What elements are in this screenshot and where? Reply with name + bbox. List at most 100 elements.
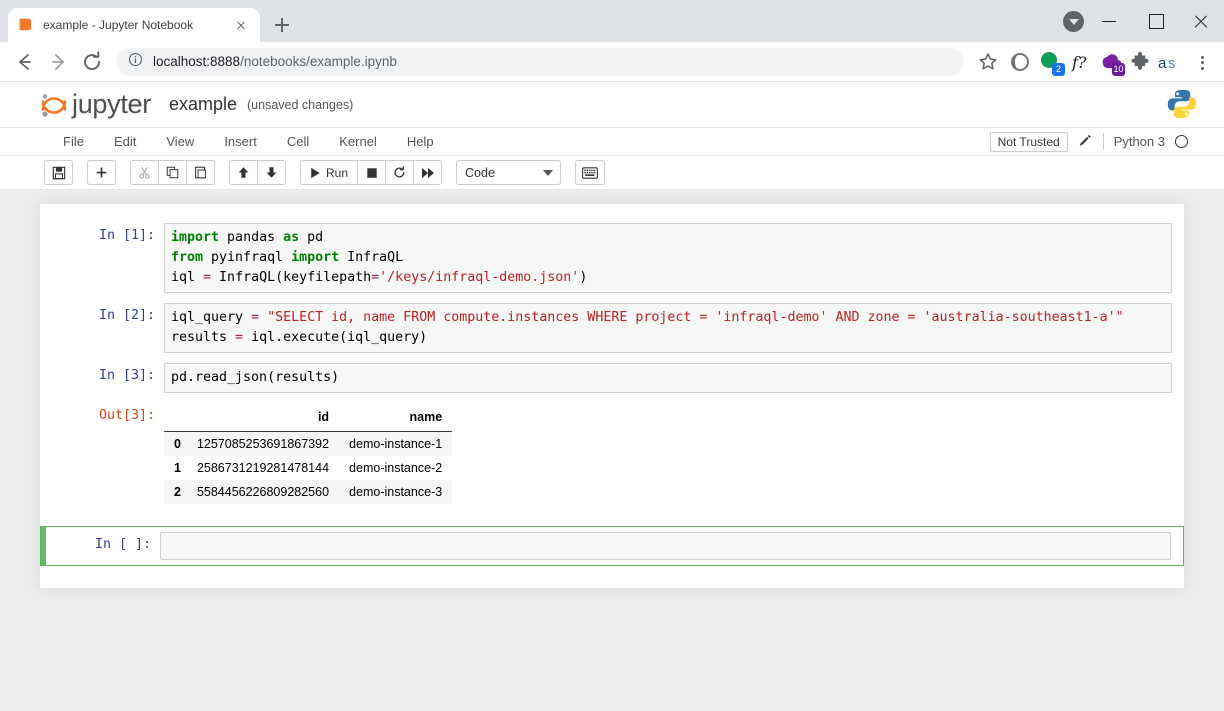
jupyter-logo[interactable]: jupyter (38, 89, 151, 121)
cell-id: 1257085253691867392 (196, 437, 330, 451)
row-index: 2 (174, 485, 181, 499)
restart-kernel-button[interactable] (385, 160, 415, 185)
kernel-name-label[interactable]: Python 3 (1114, 134, 1165, 149)
cell-name: demo-instance-3 (349, 485, 443, 499)
notebook-container: In [1]: import pandas as pd from pyinfra… (40, 204, 1184, 588)
menu-kernel[interactable]: Kernel (324, 128, 392, 155)
minimize-button[interactable] (1086, 0, 1132, 42)
moon-extension-icon[interactable] (1006, 48, 1034, 76)
browser-tab[interactable]: example - Jupyter Notebook (8, 8, 260, 42)
menu-edit[interactable]: Edit (99, 128, 151, 155)
reload-icon[interactable] (76, 46, 108, 78)
table-row: 1 2586731219281478144 demo-instance-2 (164, 456, 453, 480)
menu-cell[interactable]: Cell (272, 128, 324, 155)
trust-status-button[interactable]: Not Trusted (989, 131, 1068, 152)
cell-name: demo-instance-2 (349, 461, 443, 475)
browser-titlebar: example - Jupyter Notebook (0, 0, 1224, 42)
url-host: localhost:8888 (153, 54, 241, 69)
copy-button[interactable] (158, 160, 187, 185)
command-palette-button[interactable] (575, 160, 606, 185)
cell-id: 5584456226809282560 (196, 485, 330, 499)
toolbar-group-move (229, 160, 286, 185)
svg-text:s: s (1168, 55, 1176, 72)
chrome-menu-icon[interactable] (1188, 48, 1216, 76)
dataframe-wrapper: id name 0 1257085253691867392 demo-insta… (164, 406, 453, 504)
column-header-id: id (186, 406, 340, 432)
run-button[interactable]: Run (300, 160, 359, 185)
toolbar-group-insert (87, 160, 116, 185)
move-cell-up-button[interactable] (229, 160, 258, 185)
puzzle-extensions-icon[interactable] (1126, 48, 1154, 76)
python-logo-icon (1164, 86, 1200, 122)
maximize-button[interactable] (1132, 0, 1178, 42)
active-cell-input[interactable] (160, 532, 1171, 560)
notebook-name[interactable]: example (169, 94, 237, 115)
toolbar-group-save (44, 160, 73, 185)
jupyter-book-icon (18, 17, 35, 34)
kernel-idle-indicator-icon[interactable] (1175, 135, 1188, 148)
menu-help[interactable]: Help (392, 128, 449, 155)
jupyter-toolbar: Run Code (0, 156, 1224, 190)
jupyter-header: jupyter example (unsaved changes) (0, 82, 1224, 127)
row-index: 0 (174, 437, 181, 451)
cell-input[interactable]: iql_query = "SELECT id, name FROM comput… (164, 303, 1172, 353)
active-code-cell[interactable]: In [ ]: (40, 526, 1184, 566)
cell-prompt: In [2]: (98, 308, 155, 323)
paste-button[interactable] (186, 160, 215, 185)
purple-cloud-extension-icon[interactable]: 10 (1096, 48, 1125, 76)
table-header-row: id name (164, 406, 453, 432)
function-extension-icon[interactable]: f? (1066, 48, 1094, 76)
extension-badge-count: 2 (1052, 62, 1065, 76)
dataframe-output: id name 0 1257085253691867392 demo-insta… (164, 403, 1172, 509)
move-cell-down-button[interactable] (257, 160, 286, 185)
cell-input[interactable]: import pandas as pd from pyinfraql impor… (164, 223, 1172, 293)
menu-file[interactable]: File (48, 128, 99, 155)
save-button[interactable] (44, 160, 73, 185)
row-index: 1 (174, 461, 181, 475)
jupyter-logo-icon (38, 89, 70, 121)
divider (1102, 133, 1104, 150)
site-info-icon[interactable] (128, 52, 143, 72)
back-arrow-icon[interactable] (8, 46, 40, 78)
dataframe-table: id name 0 1257085253691867392 demo-insta… (164, 406, 453, 504)
address-bar[interactable]: localhost:8888/notebooks/example.ipynb (116, 47, 964, 76)
download-indicator-icon[interactable] (1063, 11, 1084, 32)
close-window-button[interactable] (1178, 0, 1224, 42)
code-cell[interactable]: In [1]: import pandas as pd from pyinfra… (40, 218, 1184, 298)
jupyter-notebook-page: jupyter example (unsaved changes) File E… (0, 82, 1224, 711)
profile-initials-avatar[interactable]: a s (1156, 48, 1184, 76)
close-icon[interactable] (232, 16, 250, 34)
run-button-label: Run (326, 165, 349, 180)
insert-cell-below-button[interactable] (87, 160, 116, 185)
cell-output: Out[3]: id name 0 1257085253691867392 de… (40, 398, 1184, 514)
window-controls (1063, 0, 1224, 42)
save-status: (unsaved changes) (247, 97, 354, 112)
green-bubble-extension-icon[interactable]: 2 (1036, 48, 1065, 76)
bookmark-star-icon[interactable] (972, 46, 1004, 78)
cell-input[interactable]: pd.read_json(results) (164, 363, 1172, 393)
code-cell[interactable]: In [3]: pd.read_json(results) (40, 358, 1184, 398)
chevron-down-icon (543, 169, 554, 176)
extension-badge-count: 10 (1111, 62, 1125, 76)
menu-insert[interactable]: Insert (209, 128, 272, 155)
new-tab-button[interactable] (268, 11, 296, 39)
column-header-name: name (339, 406, 453, 432)
pencil-icon[interactable] (1078, 134, 1093, 149)
code-cell[interactable]: In [2]: iql_query = "SELECT id, name FRO… (40, 298, 1184, 358)
interrupt-kernel-button[interactable] (357, 160, 387, 185)
tab-title: example - Jupyter Notebook (43, 18, 194, 32)
table-row: 0 1257085253691867392 demo-instance-1 (164, 431, 453, 456)
table-body: 0 1257085253691867392 demo-instance-1 1 … (164, 431, 453, 504)
toolbar-group-run: Run (300, 160, 443, 185)
url-path: /notebooks/example.ipynb (240, 54, 397, 69)
notebook-scroll-area[interactable]: In [1]: import pandas as pd from pyinfra… (0, 190, 1224, 711)
toolbar-group-palette (575, 160, 606, 185)
toolbar-group-clipboard (130, 160, 215, 185)
cell-type-value: Code (465, 165, 495, 180)
cut-button[interactable] (130, 160, 159, 185)
menu-view[interactable]: View (151, 128, 209, 155)
forward-arrow-icon[interactable] (42, 46, 74, 78)
restart-and-run-all-button[interactable] (413, 160, 443, 185)
cell-type-select[interactable]: Code (456, 160, 562, 185)
notebook-status-area: Not Trusted Python 3 (989, 128, 1188, 155)
